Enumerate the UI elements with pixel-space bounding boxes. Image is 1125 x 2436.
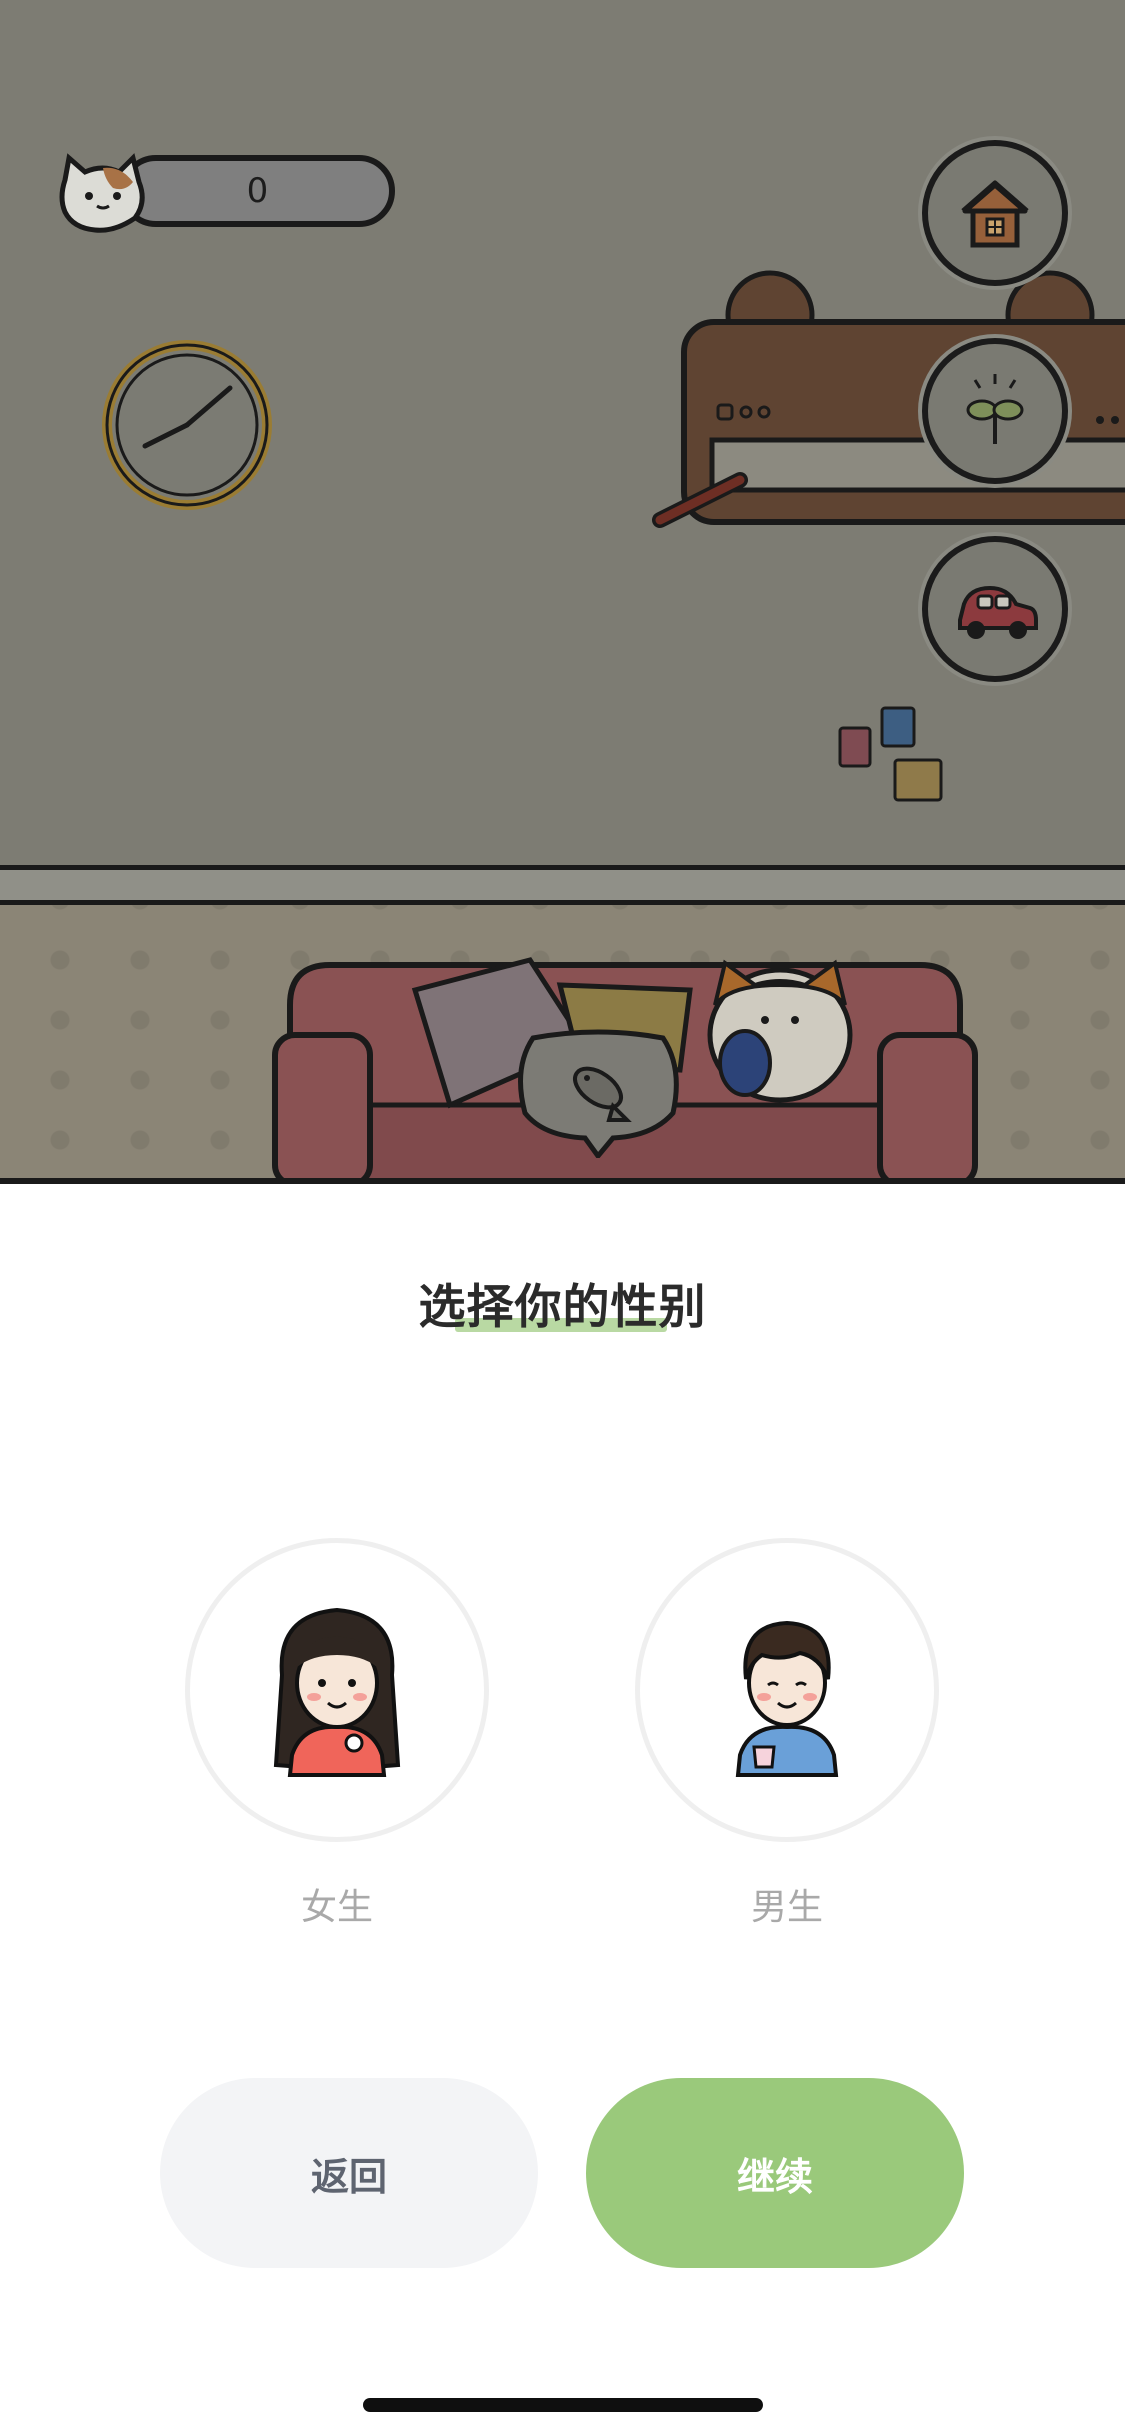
girl-avatar-icon	[273, 1607, 401, 1777]
male-option[interactable]	[635, 1538, 939, 1842]
back-button-label: 返回	[310, 2154, 387, 2199]
wall-rail	[0, 865, 1125, 905]
wall-clock	[102, 340, 272, 510]
house-icon	[961, 180, 1029, 248]
dialog-title: 选择你的性别	[418, 1280, 707, 1335]
boy-avatar-icon	[735, 1620, 839, 1777]
male-label: 男生	[750, 1887, 823, 1928]
car-icon	[958, 585, 1038, 639]
coin-count: 0	[246, 171, 269, 211]
home-button[interactable]	[922, 140, 1068, 286]
cat-head-icon	[59, 153, 145, 233]
scene-divider	[0, 1178, 1125, 1184]
female-label: 女生	[300, 1887, 373, 1928]
speech-bubble[interactable]	[513, 1028, 683, 1158]
continue-button[interactable]: 继续	[586, 2078, 964, 2268]
coin-counter: 0	[120, 155, 395, 227]
sprout-button[interactable]	[922, 338, 1068, 484]
pinned-notes	[838, 706, 943, 802]
home-indicator[interactable]	[363, 2398, 763, 2412]
female-option[interactable]	[185, 1538, 489, 1842]
sprout-icon	[966, 374, 1024, 444]
continue-button-label: 继续	[736, 2154, 813, 2199]
car-button[interactable]	[922, 536, 1068, 682]
back-button[interactable]: 返回	[160, 2078, 538, 2268]
game-scene: 0	[0, 0, 1125, 1182]
